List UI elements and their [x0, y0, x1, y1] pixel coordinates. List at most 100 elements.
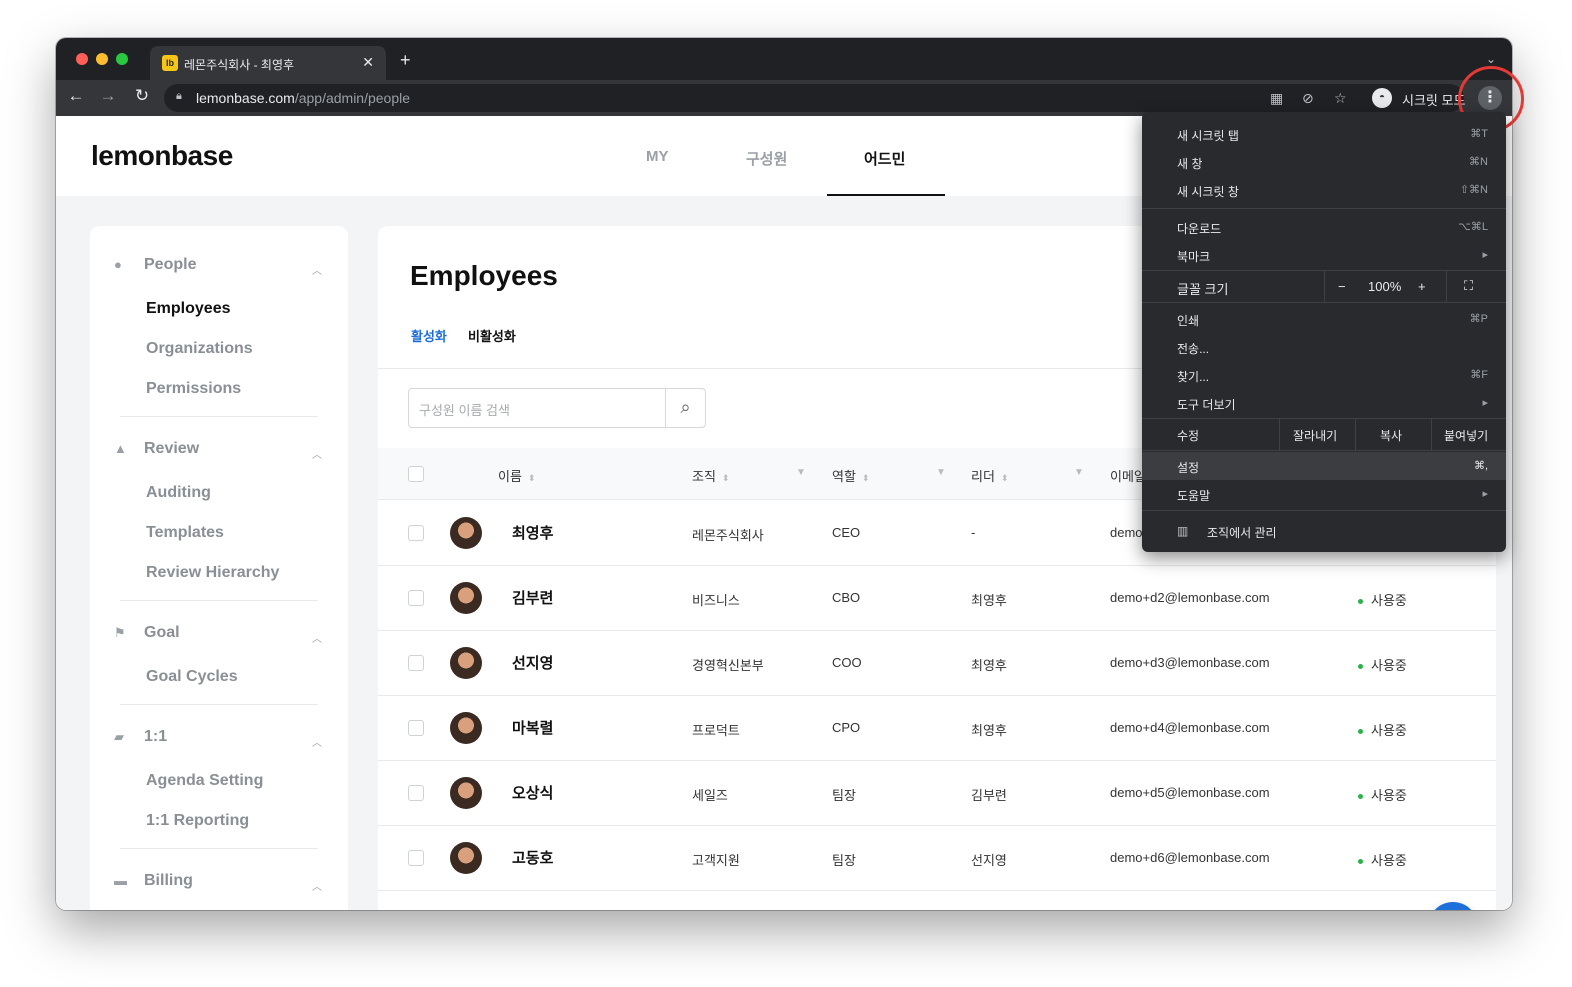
tracking-blocked-icon[interactable]: ⊘ — [1302, 90, 1314, 107]
sidebar-item-goal-cycles[interactable]: Goal Cycles — [146, 668, 238, 686]
table-row[interactable]: 마복렬 프로덕트 CPO 최영후 demo+d4@lemonbase.com 사용중 — [378, 696, 1496, 761]
row-checkbox[interactable] — [408, 590, 424, 606]
filter-tab-active[interactable]: 활성화 — [411, 326, 447, 345]
chevron-up-icon[interactable]: ︿ — [312, 630, 322, 645]
sidebar-item-agenda-setting[interactable]: Agenda Setting — [146, 772, 263, 790]
employee-name[interactable]: 오상식 — [512, 782, 553, 803]
menu-new-window[interactable]: 새 창 ⌘N — [1142, 148, 1506, 176]
menu-print[interactable]: 인쇄 ⌘P — [1142, 305, 1506, 333]
filter-icon[interactable]: ▼ — [796, 467, 806, 478]
chevron-up-icon[interactable]: ︿ — [312, 446, 322, 461]
menu-downloads[interactable]: 다운로드 ⌥⌘L — [1142, 213, 1506, 241]
menu-cast[interactable]: 전송... — [1142, 333, 1506, 361]
search-input[interactable]: 구성원 이름 검색 — [419, 400, 510, 419]
lemonbase-logo[interactable]: lemonbase — [91, 140, 233, 172]
menu-bookmarks[interactable]: 북마크 ▸ — [1142, 241, 1506, 269]
column-email[interactable]: 이메일 — [1110, 466, 1146, 485]
employee-name[interactable]: 선지영 — [512, 652, 553, 673]
employee-name[interactable]: 고동호 — [512, 847, 553, 868]
menu-new-incognito-tab[interactable]: 새 시크릿 탭 ⌘T — [1142, 120, 1506, 148]
sort-icon: ⬍ — [1000, 473, 1009, 483]
sidebar-item-review-hierarchy[interactable]: Review Hierarchy — [146, 564, 279, 582]
avatar — [450, 517, 482, 549]
filter-icon[interactable]: ▼ — [936, 467, 946, 478]
employee-leader: 최영후 — [971, 658, 1007, 673]
sidebar-section-billing[interactable]: ▬ Billing — [114, 872, 193, 890]
filter-icon[interactable]: ▼ — [1074, 467, 1084, 478]
column-leader[interactable]: 리더 ⬍ — [971, 466, 1008, 485]
table-row[interactable]: 김부련 비즈니스 CBO 최영후 demo+d2@lemonbase.com 사용중 — [378, 566, 1496, 631]
zoom-window-button[interactable] — [116, 53, 128, 65]
avatar — [450, 777, 482, 809]
column-role[interactable]: 역할 ⬍ — [832, 466, 869, 485]
browser-toolbar: ← → ↻ 🔒︎ lemonbase.com/app/admin/people … — [56, 80, 1512, 116]
menu-new-incognito-window[interactable]: 새 시크릿 창 ⇧⌘N — [1142, 176, 1506, 204]
status-dot-icon — [1358, 729, 1363, 735]
bookmark-star-icon[interactable]: ☆ — [1334, 90, 1347, 107]
column-org[interactable]: 조직 ⬍ — [692, 466, 729, 485]
employee-email: demo+d4@lemonbase.com — [1110, 720, 1270, 735]
sidebar-section-people[interactable]: ● People — [114, 256, 196, 274]
member-search[interactable]: 구성원 이름 검색 ⌕ — [408, 388, 706, 428]
sort-icon: ⬍ — [721, 473, 730, 483]
address-bar[interactable]: 🔒︎ lemonbase.com/app/admin/people ▦ ⊘ ☆ — [164, 84, 1464, 112]
sidebar-item-auditing[interactable]: Auditing — [146, 484, 211, 502]
chevron-up-icon[interactable]: ︿ — [312, 734, 322, 749]
menu-paste[interactable]: 붙여넣기 — [1444, 427, 1488, 444]
sidebar-item-employees[interactable]: Employees — [146, 300, 230, 318]
menu-help[interactable]: 도움말 ▸ — [1142, 480, 1506, 508]
sidebar-section-one-on-one[interactable]: ▰ 1:1 — [114, 728, 167, 746]
employee-role: COO — [832, 655, 862, 670]
building-icon: ▥ — [1177, 524, 1189, 538]
nav-my[interactable]: MY — [646, 148, 669, 165]
employee-name[interactable]: 김부련 — [512, 587, 553, 608]
employee-name[interactable]: 최영후 — [512, 522, 553, 543]
sidebar-item-templates[interactable]: Templates — [146, 524, 224, 542]
nav-admin[interactable]: 어드민 — [864, 148, 905, 169]
sidebar-item-permissions[interactable]: Permissions — [146, 380, 241, 398]
filter-tab-inactive[interactable]: 비활성화 — [468, 326, 516, 345]
divider — [1431, 418, 1432, 450]
search-icon[interactable]: ⌕ — [665, 389, 705, 427]
tab-close-icon[interactable]: ✕ — [362, 54, 374, 71]
close-window-button[interactable] — [76, 53, 88, 65]
employee-name[interactable]: 마복렬 — [512, 717, 553, 738]
row-checkbox[interactable] — [408, 850, 424, 866]
table-row[interactable]: 고동호 고객지원 팀장 선지영 demo+d6@lemonbase.com 사용중 — [378, 826, 1496, 891]
minimize-window-button[interactable] — [96, 53, 108, 65]
new-tab-button[interactable]: + — [400, 51, 411, 69]
tab-title: 레몬주식회사 - 최영후 — [184, 58, 295, 72]
sidebar-section-goal[interactable]: ⚑ Goal — [114, 624, 180, 642]
row-checkbox[interactable] — [408, 655, 424, 671]
forward-icon[interactable]: → — [96, 86, 120, 106]
menu-managed-by-org[interactable]: ▥ 조직에서 관리 — [1142, 517, 1506, 545]
sidebar-section-review[interactable]: ▲ Review — [114, 440, 199, 458]
sidebar-item-one-on-one-reporting[interactable]: 1:1 Reporting — [146, 812, 249, 830]
row-checkbox[interactable] — [408, 785, 424, 801]
status-dot-icon — [1358, 859, 1363, 865]
chevron-up-icon[interactable]: ︿ — [312, 262, 322, 277]
menu-more-tools[interactable]: 도구 더보기 ▸ — [1142, 389, 1506, 417]
chevron-up-icon[interactable]: ︿ — [312, 878, 322, 893]
row-checkbox[interactable] — [408, 720, 424, 736]
qr-code-icon[interactable]: ▦ — [1270, 90, 1283, 107]
edit-label: 수정 — [1177, 429, 1200, 443]
status-badge: 사용중 — [1358, 655, 1407, 674]
row-checkbox[interactable] — [408, 525, 424, 541]
back-icon[interactable]: ← — [64, 86, 88, 106]
table-row[interactable]: 선지영 경영혁신본부 COO 최영후 demo+d3@lemonbase.com 사용중 — [378, 631, 1496, 696]
column-name[interactable]: 이름 ⬍ — [498, 466, 535, 485]
sidebar-item-organizations[interactable]: Organizations — [146, 340, 253, 358]
table-row[interactable]: 오상식 세일즈 팀장 김부련 demo+d5@lemonbase.com 사용중 — [378, 761, 1496, 826]
nav-members[interactable]: 구성원 — [746, 148, 787, 169]
select-all-checkbox[interactable] — [408, 466, 424, 482]
card-icon: ▬ — [114, 873, 127, 888]
divider — [120, 848, 318, 849]
menu-copy[interactable]: 복사 — [1380, 427, 1402, 444]
menu-find[interactable]: 찾기... ⌘F — [1142, 361, 1506, 389]
menu-settings[interactable]: 설정 ⌘, — [1142, 452, 1506, 480]
browser-tab[interactable]: lb 레몬주식회사 - 최영후 ✕ — [150, 46, 386, 80]
reload-icon[interactable]: ↻ — [130, 86, 154, 106]
menu-cut[interactable]: 잘라내기 — [1293, 427, 1337, 444]
tab-search-chevron-icon[interactable]: ⌄ — [1486, 52, 1496, 66]
